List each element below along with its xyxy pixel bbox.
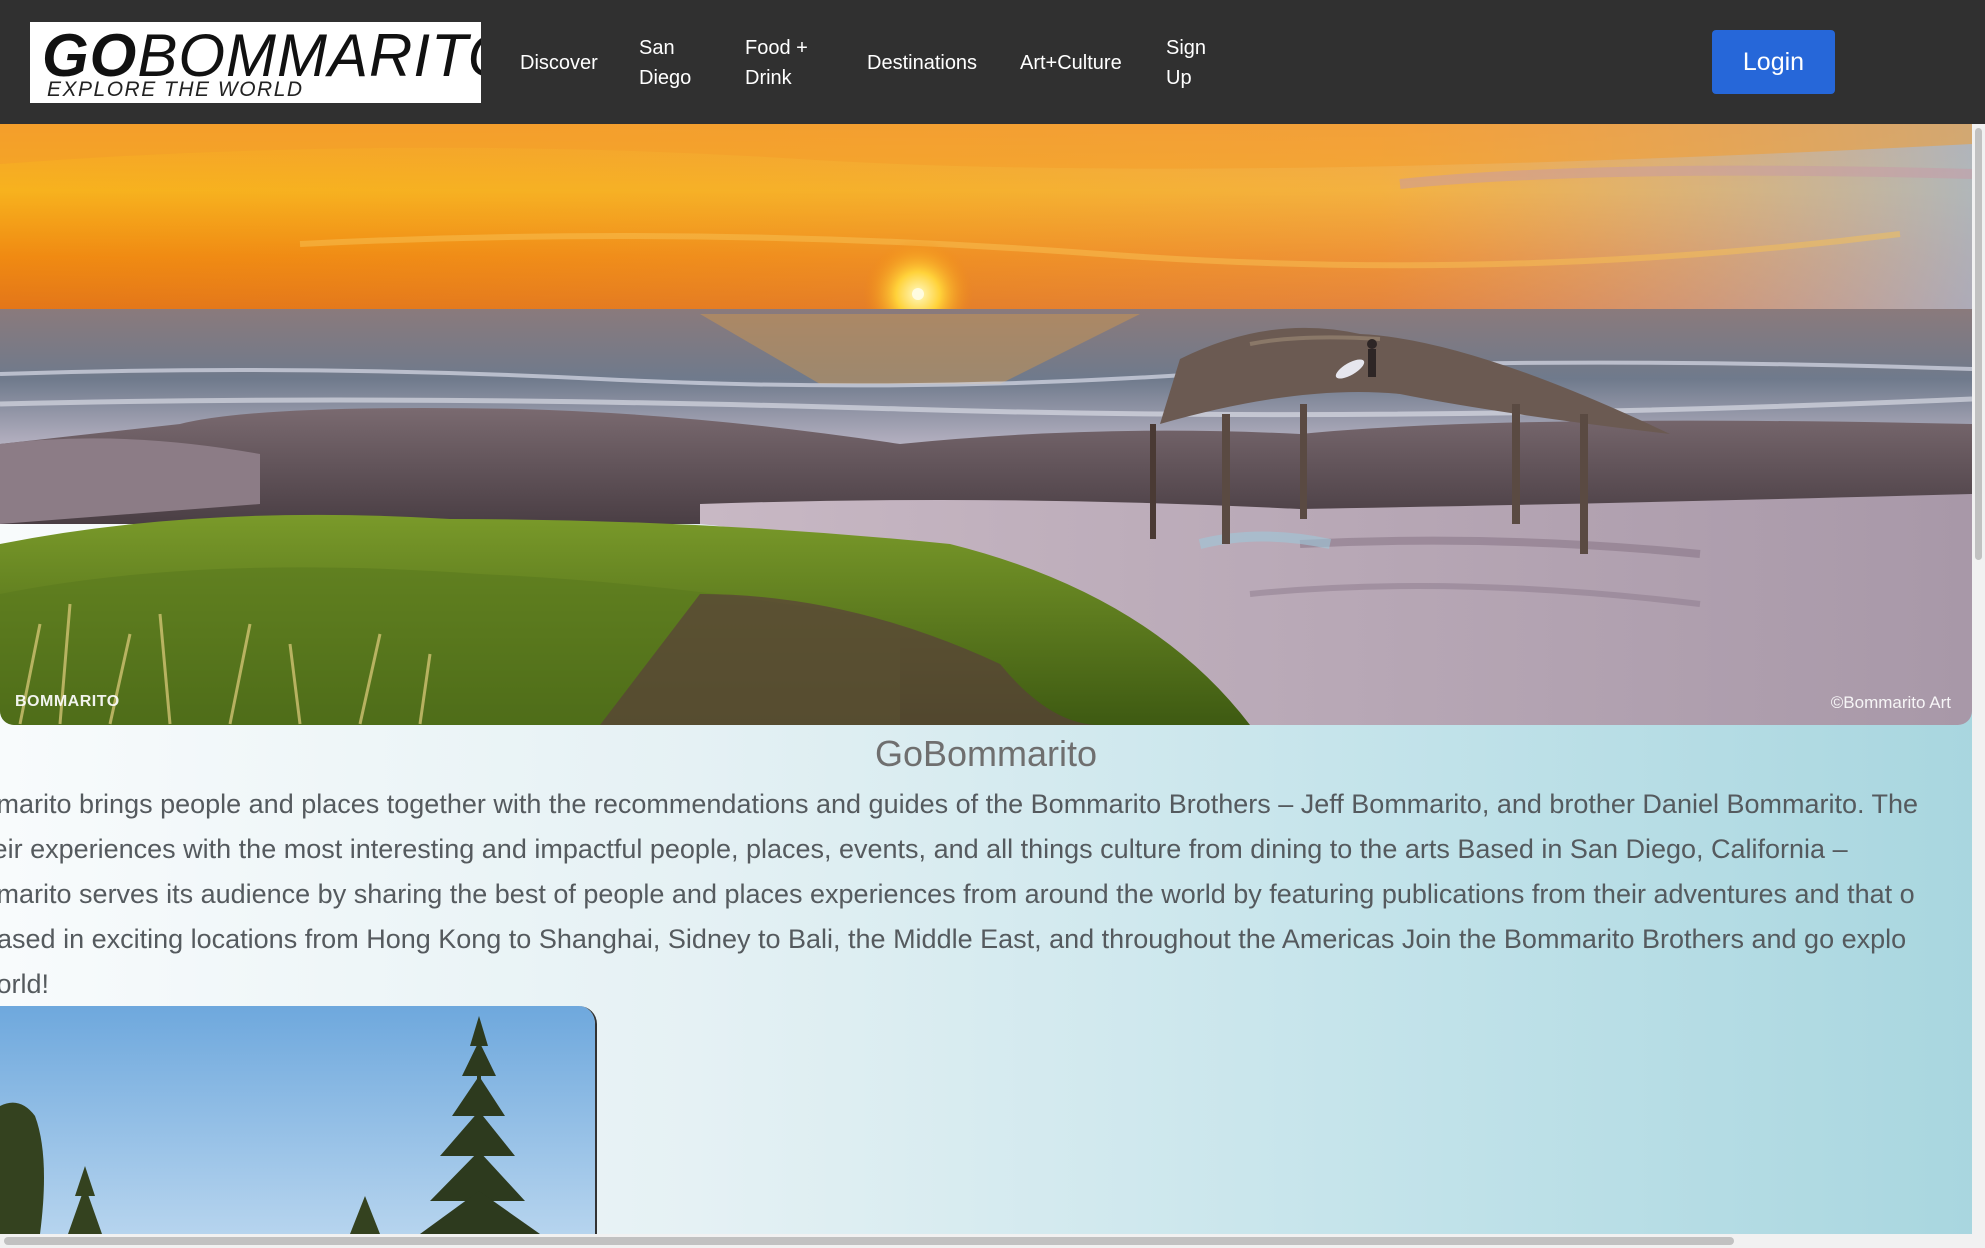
nav-link-food-drink[interactable]: Food + Drink [745, 33, 808, 93]
intro-line: writers based in exciting locations from… [0, 924, 1907, 954]
hero-sunset-beach-photo [0, 124, 1972, 725]
hero-image: BOMMARITO ©Bommarito Art [0, 124, 1972, 725]
nav-link-label: Up [1166, 67, 1192, 89]
page-title: GoBommarito [874, 733, 1098, 774]
vertical-scrollbar-thumb[interactable] [1975, 128, 1982, 560]
nav-link-art-culture[interactable]: Art+Culture [1020, 48, 1122, 78]
intro-paragraph: GoBommarito brings people and places tog… [0, 782, 1972, 1012]
nav-link-label: Sign [1166, 37, 1207, 59]
intro-line: GoBommarito brings people and places tog… [0, 789, 1919, 819]
horizontal-scrollbar-thumb[interactable] [4, 1237, 1734, 1245]
nav-link-label: Food + [745, 37, 808, 59]
login-button[interactable]: Login [1712, 30, 1835, 94]
nav-link-label: San [639, 37, 675, 59]
nav-link-san-diego[interactable]: San Diego [639, 33, 691, 93]
tree-photo [0, 1006, 595, 1234]
intro-line: the world! [0, 969, 50, 999]
vertical-scrollbar[interactable] [1972, 124, 1985, 1234]
logo-tagline: EXPLORE THE WORLD [47, 78, 304, 101]
intro-text: GoBommarito brings people and places tog… [0, 782, 1972, 1007]
nav-link-destinations[interactable]: Destinations [867, 48, 977, 78]
hero-watermark-left: BOMMARITO [15, 693, 120, 710]
nav-link-label: Art+Culture [1020, 52, 1122, 74]
tree-thumbnail-image[interactable] [0, 1006, 597, 1234]
site-logo[interactable]: GOBOMMARITO EXPLORE THE WORLD [30, 22, 481, 103]
horizontal-scrollbar[interactable] [0, 1234, 1985, 1248]
nav-link-label: Discover [520, 52, 598, 74]
nav-link-label: Drink [745, 67, 792, 89]
nav-link-label: Destinations [867, 52, 978, 74]
intro-line: GoBommarito serves its audience by shari… [0, 879, 1915, 909]
nav-link-sign-up[interactable]: Sign Up [1166, 33, 1206, 93]
nav-link-label: Diego [639, 67, 692, 89]
hero-watermark-right: ©Bommarito Art [1830, 693, 1951, 712]
top-navbar: GOBOMMARITO EXPLORE THE WORLD Discover S… [0, 0, 1985, 124]
intro-line: share their experiences with the most in… [0, 834, 1848, 864]
nav-link-discover[interactable]: Discover [520, 48, 598, 78]
